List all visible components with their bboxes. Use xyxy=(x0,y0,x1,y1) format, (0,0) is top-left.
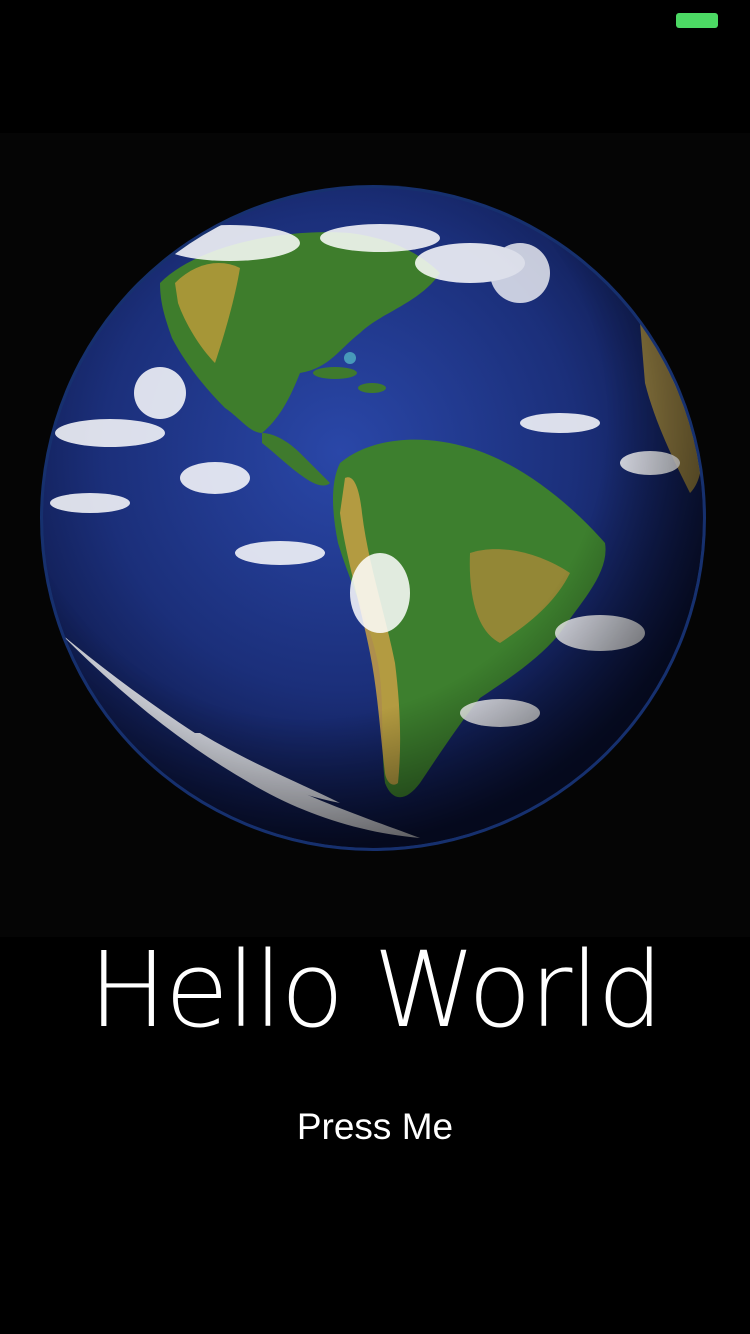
globe-shading xyxy=(43,188,703,848)
battery-icon xyxy=(676,13,718,28)
press-me-button[interactable]: Press Me xyxy=(255,1097,495,1157)
earth-globe-image xyxy=(40,185,706,851)
status-bar xyxy=(0,0,750,40)
app-screen: Hello World Press Me xyxy=(0,0,750,1334)
image-view xyxy=(0,133,750,937)
title-label: Hello World xyxy=(88,929,664,1051)
